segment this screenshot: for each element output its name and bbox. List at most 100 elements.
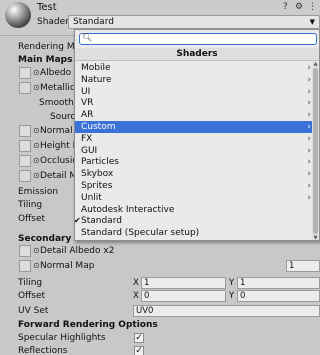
normal-label: Normal I [40, 126, 79, 136]
normal-map-scale-field[interactable]: 1 [286, 260, 320, 272]
scroll-down-icon[interactable]: ▼ [312, 235, 319, 240]
chevron-right-icon: › [307, 145, 311, 156]
detail-albedo-texture-slot[interactable] [19, 245, 31, 257]
offset-label: Offset [18, 214, 46, 224]
shader-menu-item-label: Standard [81, 216, 122, 227]
shader-menu-item[interactable]: AR › [75, 109, 313, 121]
shader-menu-item[interactable]: ✔ Standard [75, 215, 313, 227]
normal-texture-slot[interactable] [19, 125, 31, 137]
object-picker-icon[interactable]: ⊙ [33, 67, 40, 79]
occlusion-texture-slot[interactable] [19, 155, 31, 167]
specular-highlights-checkbox[interactable]: ✓ [134, 333, 144, 343]
shader-menu-item-label: Sprites [81, 180, 113, 191]
sphere-icon [5, 2, 31, 28]
height-texture-slot[interactable] [19, 140, 31, 152]
detail-mask-label: Detail M [40, 171, 78, 181]
detail-albedo-label: Detail Albedo x2 [40, 246, 115, 256]
checkmark-icon: ✔ [74, 216, 81, 226]
object-picker-icon[interactable]: ⊙ [33, 245, 40, 257]
more-icon[interactable]: ⋮ [308, 2, 317, 12]
tiling-y-field[interactable]: 1 [237, 277, 320, 289]
shader-menu-item-label: GUI [81, 145, 98, 156]
albedo-label: Albedo [40, 68, 72, 78]
secondary-tiling-label: Tiling [18, 278, 43, 288]
metallic-texture-slot[interactable] [19, 82, 31, 94]
rendering-mode-label: Rendering Mo [18, 42, 81, 52]
chevron-right-icon: › [307, 63, 311, 73]
uv-set-label: UV Set [18, 306, 49, 316]
object-picker-icon[interactable]: ⊙ [33, 170, 40, 182]
shader-list: Mobile › Nature › UI › VR › AR › Custom › FX › GUI › Par… [75, 62, 313, 239]
chevron-down-icon: ▼ [309, 18, 315, 26]
shader-search-input[interactable]: 🔍︎ [79, 33, 317, 45]
shader-menu-item-label: Unlit [81, 192, 102, 203]
chevron-right-icon: › [307, 192, 311, 203]
offset-x-field[interactable]: 0 [141, 290, 226, 302]
occlusion-label: Occlusio [40, 156, 78, 166]
shader-menu-item[interactable]: Particles › [75, 156, 313, 168]
shader-menu-item-label: FX [81, 133, 93, 144]
shader-menu-item-label: Autodesk Interactive [81, 204, 175, 215]
search-icon: 🔍︎ [82, 33, 93, 42]
shader-menu-item[interactable]: FX › [75, 133, 313, 145]
offset-y-field[interactable]: 0 [237, 290, 320, 302]
shader-menu-item-label: Particles [81, 157, 119, 168]
chevron-right-icon: › [307, 98, 311, 109]
chevron-right-icon: › [307, 133, 311, 144]
shader-menu-item-label: Nature [81, 74, 112, 85]
secondary-offset-label: Offset [18, 291, 46, 301]
shader-menu-item[interactable]: Unlit › [75, 192, 313, 204]
shader-dropdown: 🔍︎ Shaders Mobile › Nature › UI › VR › AR › Custom… [74, 29, 320, 241]
object-picker-icon[interactable]: ⊙ [33, 82, 40, 94]
shader-menu-item[interactable]: Nature › [75, 74, 313, 86]
shader-menu-item[interactable]: VR › [75, 97, 313, 109]
reflections-label: Reflections [18, 346, 68, 355]
chevron-right-icon: › [307, 110, 311, 121]
tiling-x-field[interactable]: 1 [141, 277, 226, 289]
emission-label: Emission [18, 187, 59, 197]
chevron-right-icon: › [307, 74, 311, 85]
offset-y-axis-label: Y [229, 291, 235, 301]
scroll-up-icon[interactable]: ▲ [312, 61, 319, 67]
help-icon[interactable]: ? [283, 2, 288, 12]
tiling-y-axis-label: Y [229, 278, 235, 288]
chevron-right-icon: › [307, 180, 311, 191]
offset-x-axis-label: X [133, 291, 139, 301]
detail-mask-texture-slot[interactable] [19, 170, 31, 182]
object-picker-icon[interactable]: ⊙ [33, 125, 40, 137]
shader-menu-item[interactable]: Standard (Specular setup) [75, 227, 313, 239]
object-picker-icon[interactable]: ⊙ [33, 140, 40, 152]
source-label: Sourc [50, 112, 76, 122]
shader-menu-item[interactable]: Sprites › [75, 180, 313, 192]
shader-menu-item-label: UI [81, 86, 91, 97]
object-picker-icon[interactable]: ⊙ [33, 260, 40, 272]
shader-menu-item[interactable]: Skybox › [75, 168, 313, 180]
tiling-x-axis-label: X [133, 278, 139, 288]
settings-icon[interactable]: ⚙ [295, 2, 303, 12]
shader-menu-item[interactable]: Mobile › [75, 62, 313, 74]
shader-menu-item-label: Standard (Specular setup) [81, 228, 200, 239]
shader-menu-item[interactable]: UI › [75, 86, 313, 98]
shader-select[interactable]: Standard ▼ [68, 15, 320, 29]
shader-menu-item[interactable]: Autodesk Interactive [75, 204, 313, 216]
shader-menu-item-label: VR [81, 98, 94, 109]
dropdown-scrollbar[interactable]: ▲ ▼ [312, 61, 319, 240]
chevron-right-icon: › [307, 157, 311, 168]
material-title: Test [37, 2, 57, 13]
shader-menu-item-label: AR [81, 110, 94, 121]
chevron-right-icon: › [307, 169, 311, 180]
albedo-texture-slot[interactable] [19, 67, 31, 79]
shader-menu-item-label: Skybox [81, 169, 114, 180]
uv-set-select[interactable]: UV0 [133, 305, 320, 317]
shader-menu-item[interactable]: Custom › [75, 120, 313, 133]
normal-map-label: Normal Map [40, 261, 95, 271]
reflections-checkbox[interactable]: ✓ [134, 346, 144, 355]
main-maps-heading: Main Maps [18, 55, 73, 65]
metallic-label: Metallic [40, 83, 75, 93]
tiling-label: Tiling [18, 200, 43, 210]
shader-menu-item[interactable]: GUI › [75, 145, 313, 157]
normal-map-texture-slot[interactable] [19, 260, 31, 272]
scroll-thumb[interactable] [313, 68, 318, 234]
object-picker-icon[interactable]: ⊙ [33, 155, 40, 167]
shaders-header: Shaders [75, 48, 319, 61]
